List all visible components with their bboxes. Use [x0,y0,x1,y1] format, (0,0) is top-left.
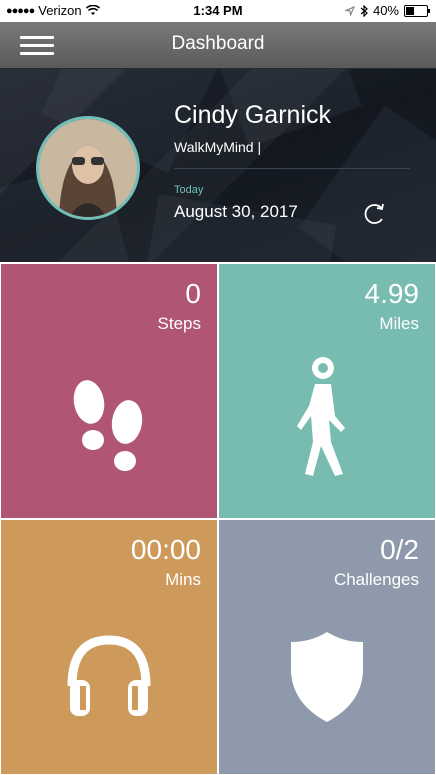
nav-bar: Dashboard [0,22,436,69]
battery-percent: 40% [372,3,399,18]
location-icon [344,5,355,16]
battery-icon [404,4,430,17]
tile-mins[interactable]: 00:00 Mins [1,520,217,774]
refresh-icon[interactable] [361,201,387,227]
profile-name: Cindy Garnick [174,101,331,129]
steps-label: Steps [157,314,201,333]
miles-label: Miles [379,314,419,333]
status-right: 40% [344,3,430,18]
tile-challenges[interactable]: 0/2 Challenges [219,520,435,774]
tile-steps[interactable]: 0 Steps [1,264,217,518]
date-label: Today [174,184,204,196]
challenges-label: Challenges [333,570,419,589]
bluetooth-icon [360,4,368,17]
profile-divider [174,168,410,169]
shield-icon [289,630,365,729]
tile-miles[interactable]: 4.99 Miles [219,264,435,518]
steps-value: 0 [185,278,201,309]
profile-app-name: WalkMyMind | [174,139,262,155]
footprints-icon [63,374,155,491]
page-title: Dashboard [171,33,265,54]
date-value: August 30, 2017 [174,202,298,221]
headphones-icon [64,630,154,727]
miles-value: 4.99 [364,278,420,309]
challenges-value: 0/2 [380,534,419,565]
profile-header: Cindy Garnick WalkMyMind | Today August … [0,69,436,262]
mins-label: Mins [165,570,201,589]
mins-value: 00:00 [130,534,201,565]
avatar[interactable] [36,116,140,220]
walking-person-icon [287,354,367,484]
status-bar: ●●●●● Verizon 1:34 PM 40% [0,0,436,22]
